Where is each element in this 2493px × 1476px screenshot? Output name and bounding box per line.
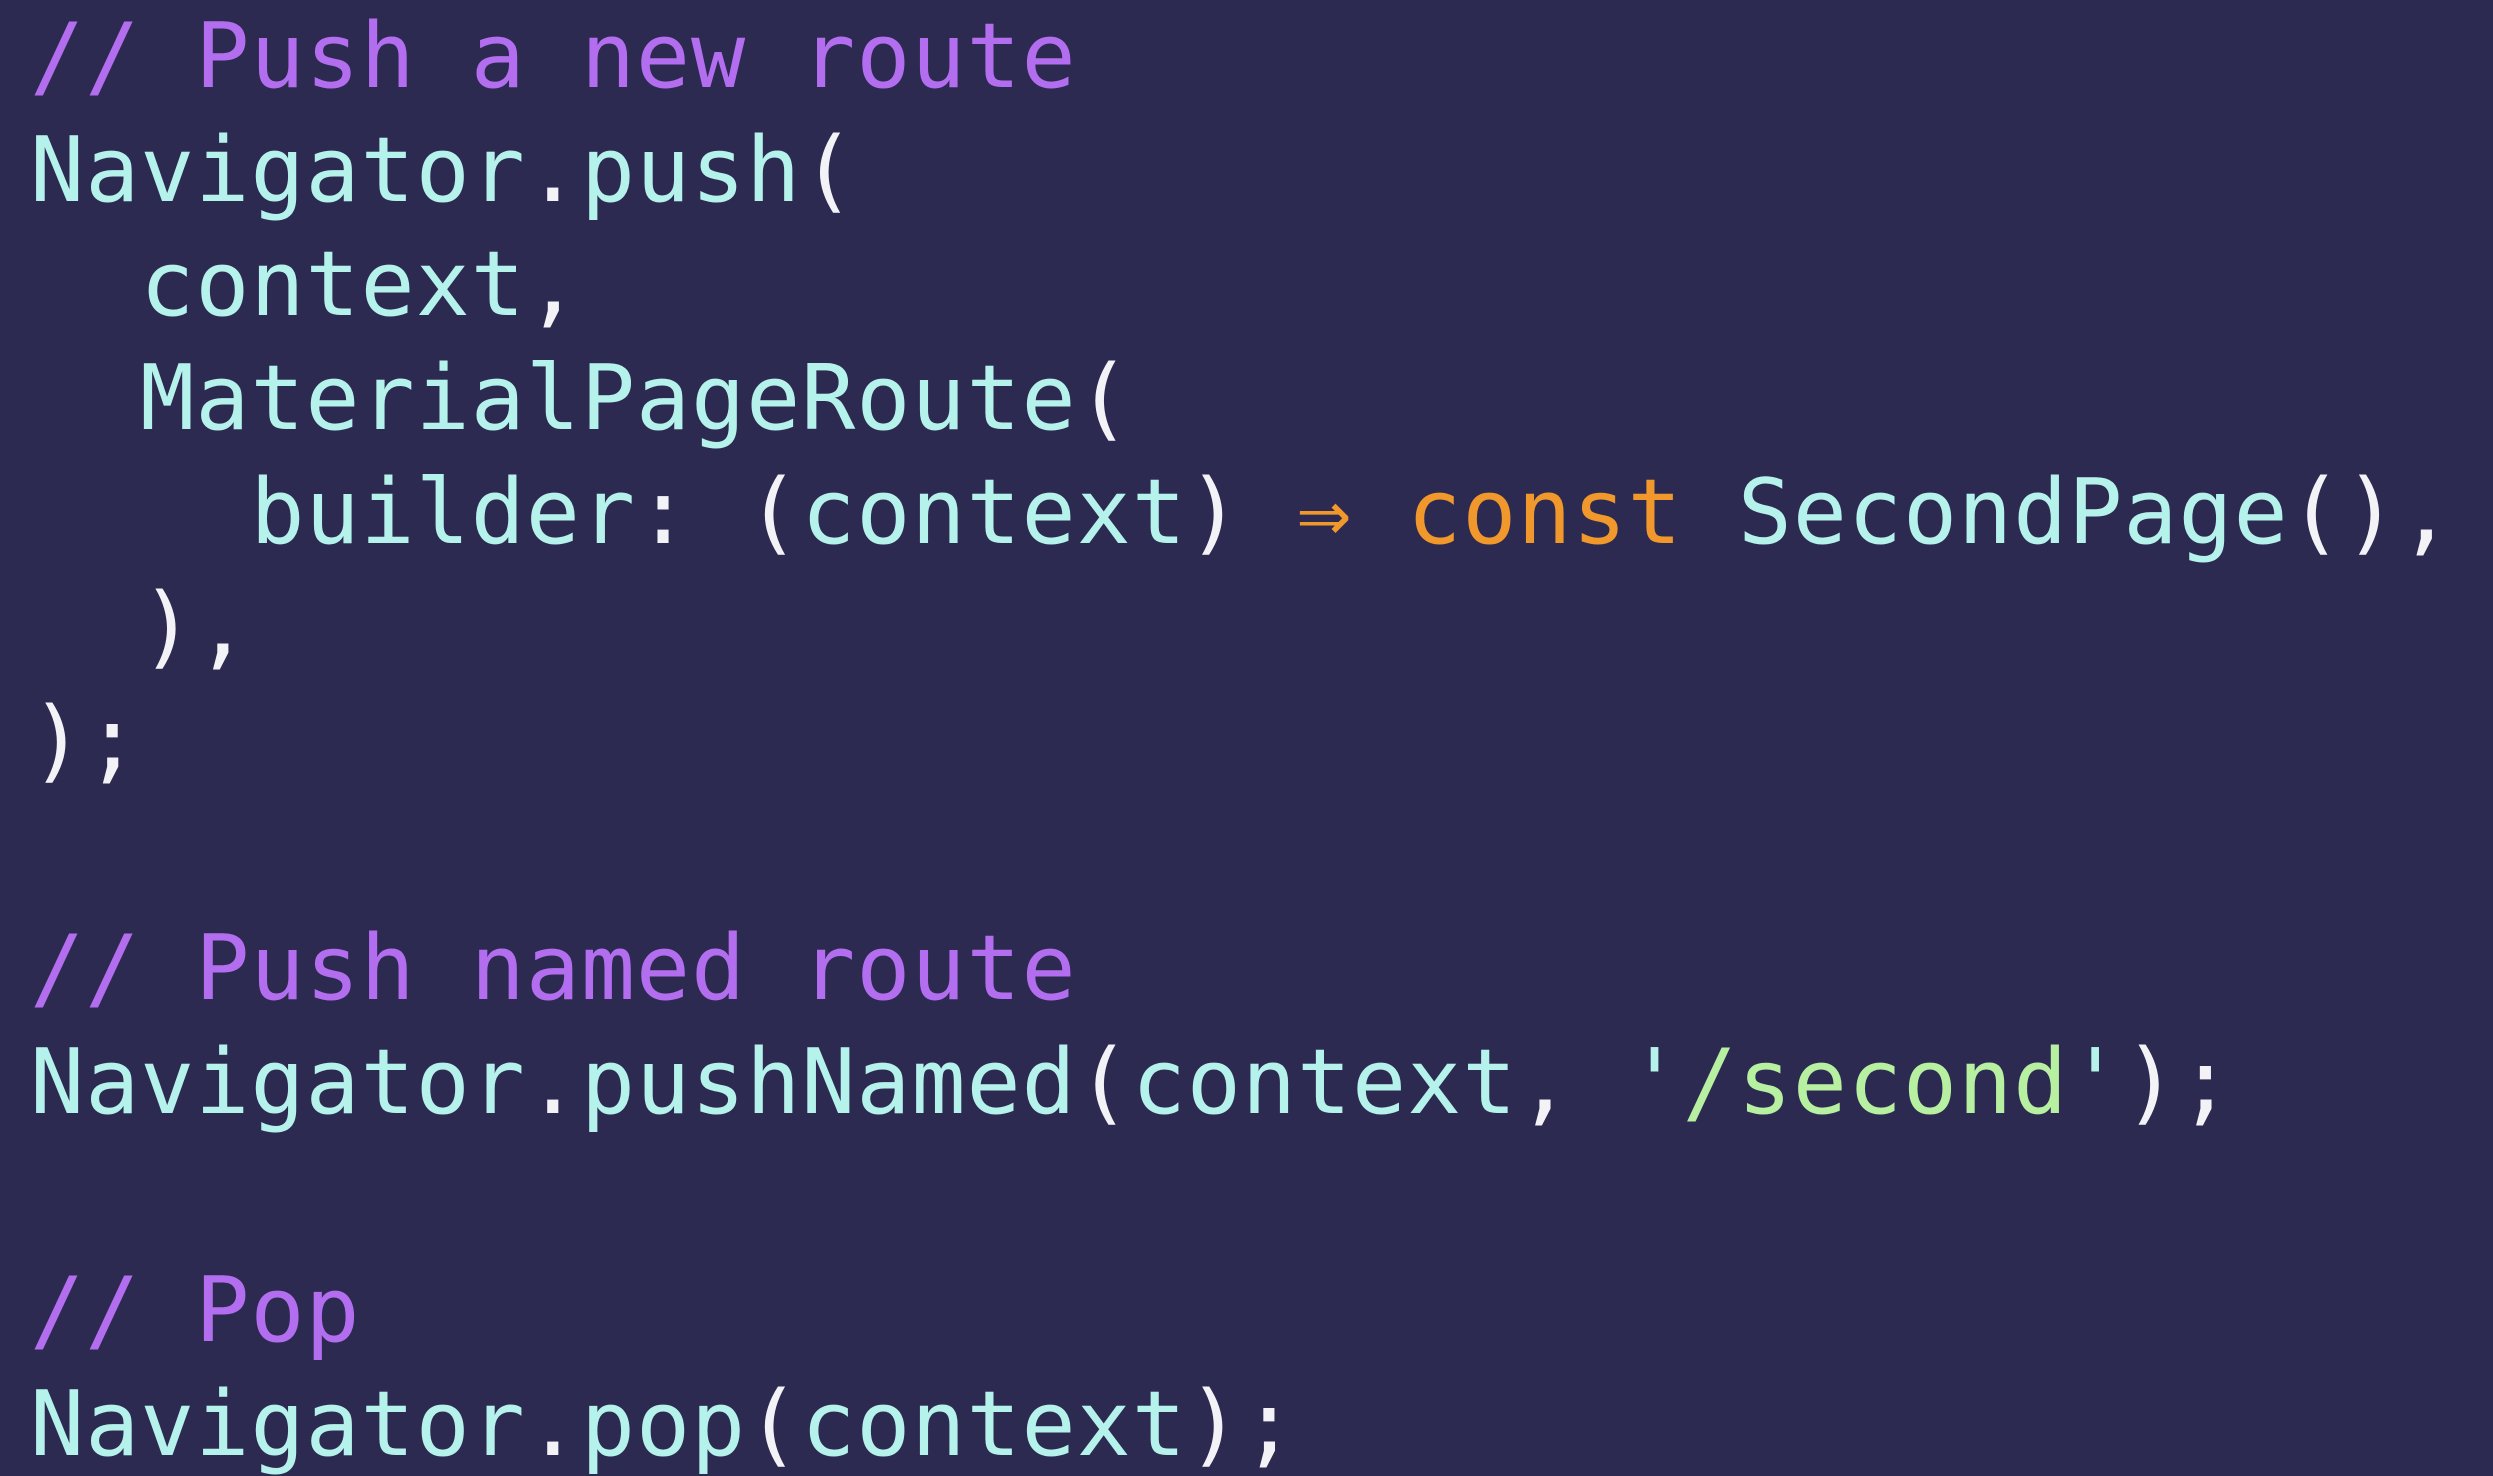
code-identifier: context [140, 232, 526, 337]
code-identifier: SecondPage [1737, 460, 2289, 565]
code-punctuation: ); [1186, 1372, 1297, 1476]
code-punctuation: ( [746, 1372, 802, 1476]
code-line-10: Navigator.pushNamed(context, '/second'); [30, 1026, 2233, 1140]
code-punctuation: ), [30, 574, 251, 679]
code-string: /second [1682, 1030, 2069, 1135]
code-punctuation [30, 460, 250, 565]
code-punctuation: ( [1076, 1030, 1132, 1135]
code-identifier: context [801, 1372, 1187, 1476]
code-comment: // Push a new route [30, 4, 1077, 109]
code-arrow: ⇒ [1296, 460, 1353, 565]
code-punctuation [30, 346, 140, 451]
code-line-13: Navigator.pop(context); [30, 1368, 1297, 1476]
code-line-9: // Push named route [30, 912, 1077, 1026]
code-identifier: Navigator [30, 1372, 526, 1476]
code-line-12: // Pop [30, 1254, 361, 1368]
code-identifier: MaterialPageRoute [140, 346, 1077, 451]
code-quote: ' [1627, 1030, 1683, 1135]
code-identifier: context [1131, 1030, 1518, 1135]
code-identifier: push [580, 118, 802, 223]
code-comment: // Push named route [30, 916, 1077, 1021]
code-line-7: ); [30, 684, 140, 798]
code-identifier: pushNamed [580, 1030, 1077, 1135]
code-identifier: Navigator [30, 118, 526, 223]
code-punctuation: : ( [635, 460, 802, 565]
code-identifier: pop [580, 1372, 747, 1476]
code-punctuation: . [525, 1372, 581, 1476]
code-line-2: Navigator.push( [30, 114, 856, 228]
code-punctuation: ); [30, 688, 141, 793]
code-line-3: context, [30, 228, 581, 342]
code-punctuation: , [525, 232, 581, 337]
code-editor: // Push a new route Navigator.push( cont… [0, 0, 2493, 1476]
code-punctuation: ( [801, 118, 857, 223]
code-identifier: context [801, 460, 1187, 565]
code-punctuation: ); [2123, 1030, 2234, 1135]
code-punctuation: (), [2288, 460, 2454, 565]
code-punctuation [1683, 460, 1738, 565]
code-identifier: Navigator [30, 1030, 526, 1135]
code-line-1: // Push a new route [30, 0, 1077, 114]
code-comment: // Pop [30, 1258, 361, 1363]
code-punctuation: , [1517, 1030, 1628, 1135]
code-line-6: ), [30, 570, 250, 684]
code-line-5: builder: (context) ⇒ const SecondPage(), [30, 456, 2454, 570]
code-punctuation [30, 232, 140, 337]
code-punctuation [1352, 460, 1407, 565]
code-identifier: builder [250, 460, 636, 565]
code-punctuation: . [525, 1030, 581, 1135]
code-keyword: const [1407, 460, 1683, 565]
code-punctuation: ) [1186, 460, 1297, 565]
code-quote: ' [2068, 1030, 2124, 1135]
code-punctuation: ( [1076, 346, 1132, 451]
code-line-4: MaterialPageRoute( [30, 342, 1132, 456]
code-punctuation: . [525, 118, 581, 223]
